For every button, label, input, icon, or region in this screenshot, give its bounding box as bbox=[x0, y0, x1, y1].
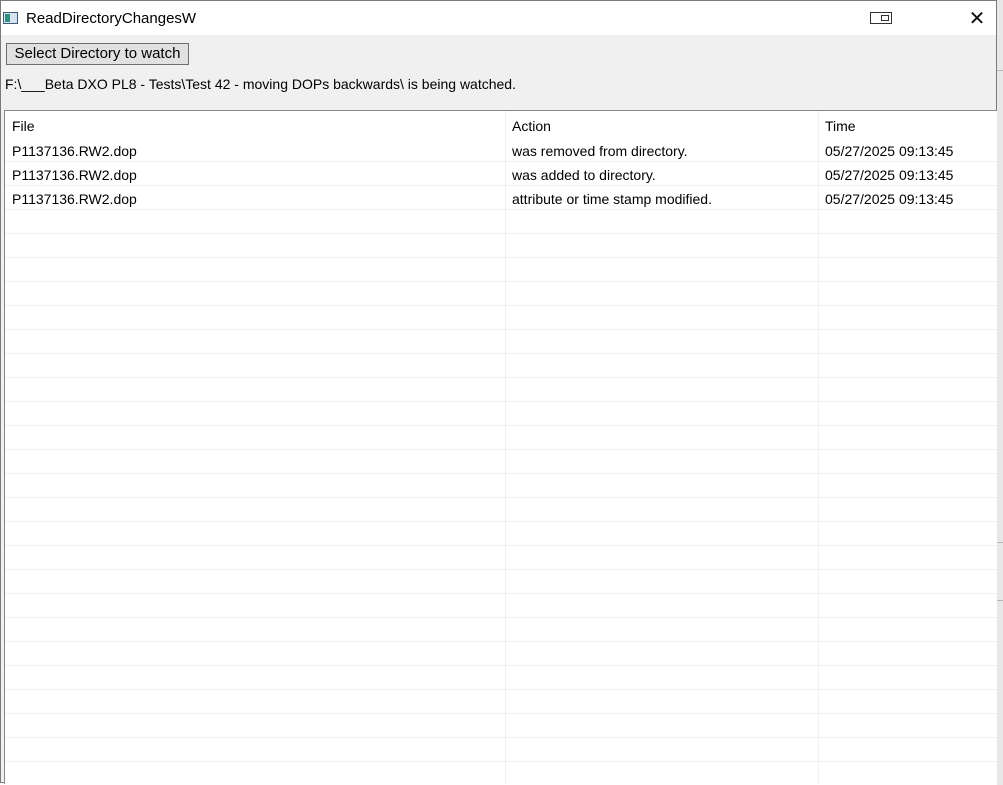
snap-layout-icon[interactable] bbox=[870, 12, 892, 24]
main-window: ReadDirectoryChangesW ✕ Select Directory… bbox=[0, 0, 997, 784]
cell-file: P1137136.RW2.dop bbox=[12, 167, 137, 183]
cell-action: attribute or time stamp modified. bbox=[512, 191, 712, 207]
grid-line bbox=[5, 449, 997, 450]
grid-line bbox=[5, 713, 997, 714]
grid-line bbox=[5, 305, 997, 306]
close-icon[interactable]: ✕ bbox=[963, 7, 991, 29]
cell-time: 05/27/2025 09:13:45 bbox=[825, 191, 954, 207]
grid-line bbox=[5, 377, 997, 378]
watched-directory-status: F:\___Beta DXO PL8 - Tests\Test 42 - mov… bbox=[5, 76, 516, 92]
cell-file: P1137136.RW2.dop bbox=[12, 191, 137, 207]
grid-line bbox=[5, 161, 997, 162]
grid-line bbox=[5, 497, 997, 498]
cell-file: P1137136.RW2.dop bbox=[12, 143, 137, 159]
column-separator[interactable] bbox=[505, 111, 506, 784]
background-divider bbox=[997, 600, 1003, 601]
column-header-action[interactable]: Action bbox=[512, 117, 551, 135]
cell-time: 05/27/2025 09:13:45 bbox=[825, 143, 954, 159]
grid-line bbox=[5, 545, 997, 546]
window-title: ReadDirectoryChangesW bbox=[26, 10, 197, 27]
grid-line bbox=[5, 593, 997, 594]
column-header-file[interactable]: File bbox=[12, 117, 35, 135]
grid-line bbox=[5, 761, 997, 762]
background-divider bbox=[997, 542, 1003, 543]
grid-line bbox=[5, 689, 997, 690]
grid-line bbox=[5, 209, 997, 210]
grid-line bbox=[5, 641, 997, 642]
grid-line bbox=[5, 737, 997, 738]
app-window-icon[interactable] bbox=[3, 12, 18, 24]
column-header-time[interactable]: Time bbox=[825, 117, 856, 135]
grid-line bbox=[5, 233, 997, 234]
column-separator[interactable] bbox=[818, 111, 819, 784]
cell-action: was removed from directory. bbox=[512, 143, 688, 159]
title-bar[interactable]: ReadDirectoryChangesW ✕ bbox=[1, 1, 996, 35]
grid-line bbox=[5, 185, 997, 186]
select-directory-button[interactable]: Select Directory to watch bbox=[6, 43, 189, 65]
grid-line bbox=[5, 617, 997, 618]
grid-line bbox=[5, 353, 997, 354]
cell-action: was added to directory. bbox=[512, 167, 656, 183]
grid-line bbox=[5, 401, 997, 402]
grid-line bbox=[5, 521, 997, 522]
grid-line bbox=[5, 569, 997, 570]
grid-line bbox=[5, 257, 997, 258]
background-divider bbox=[997, 70, 1003, 71]
grid-line bbox=[5, 425, 997, 426]
grid-line bbox=[5, 473, 997, 474]
changes-list-view[interactable]: File Action Time P1137136.RW2.dop was re… bbox=[4, 110, 997, 784]
cell-time: 05/27/2025 09:13:45 bbox=[825, 167, 954, 183]
grid-line bbox=[5, 665, 997, 666]
grid-line bbox=[5, 281, 997, 282]
background-window-edge bbox=[997, 0, 1003, 785]
grid-line bbox=[5, 329, 997, 330]
